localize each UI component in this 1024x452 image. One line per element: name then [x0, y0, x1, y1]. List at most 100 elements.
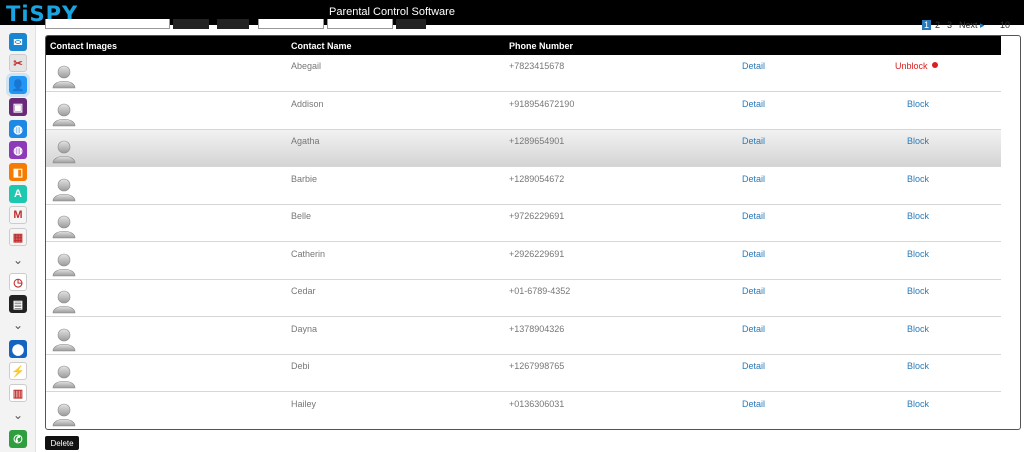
detail-link[interactable]: Detail: [742, 99, 765, 109]
detail-link[interactable]: Detail: [742, 174, 765, 184]
block-link[interactable]: Block: [907, 211, 929, 221]
text-icon[interactable]: A: [9, 185, 27, 203]
contact-avatar-icon: [52, 251, 76, 277]
table-header: Contact Images Contact Name Phone Number: [46, 36, 1001, 55]
phone-number: +9726229691: [509, 211, 565, 221]
mail-icon[interactable]: ✉: [9, 33, 27, 51]
gallery-icon[interactable]: ▣: [9, 98, 27, 116]
phone-number: +1289654901: [509, 136, 565, 146]
app-title: Parental Control Software: [329, 6, 455, 18]
filter-button[interactable]: [173, 19, 209, 29]
table-row[interactable]: Barbie +1289054672 Detail Block: [46, 168, 1001, 205]
page-2[interactable]: 2: [935, 20, 940, 30]
contact-name: Abegail: [291, 61, 322, 71]
contact-name: Dayna: [291, 323, 318, 334]
block-link[interactable]: Block: [907, 136, 929, 146]
expand-chevron-icon[interactable]: ⌄: [10, 317, 26, 333]
contact-avatar-icon: [52, 401, 76, 427]
search-field[interactable]: [45, 19, 170, 29]
detail-link[interactable]: Detail: [742, 211, 765, 221]
contact-avatar-icon: [52, 213, 76, 239]
page-1[interactable]: 1: [922, 20, 932, 30]
contact-name: Cedar: [291, 286, 316, 296]
block-link[interactable]: Block: [907, 99, 929, 109]
header-contact-images: Contact Images: [50, 41, 118, 51]
date-to-field[interactable]: [327, 19, 393, 29]
phone-number: +1289054672: [509, 173, 565, 184]
header-contact-name: Contact Name: [291, 41, 352, 51]
block-link[interactable]: Block: [907, 361, 929, 371]
detail-link[interactable]: Detail: [742, 249, 765, 259]
globe-icon[interactable]: ◍: [9, 141, 27, 159]
contact-name: Addison: [291, 98, 324, 109]
next-link[interactable]: Next: [959, 20, 978, 30]
clock-icon[interactable]: ◷: [9, 273, 27, 291]
location-icon[interactable]: ⬤: [9, 340, 27, 358]
detail-link[interactable]: Detail: [742, 286, 765, 296]
table-row[interactable]: Hailey +0136306031 Detail Block: [46, 393, 1001, 429]
contact-name: Agatha: [291, 136, 320, 146]
contact-name: Barbie: [291, 173, 318, 184]
contact-name: Debi: [291, 361, 310, 371]
block-link[interactable]: Block: [907, 399, 929, 409]
apps-icon[interactable]: ◧: [9, 163, 27, 181]
fence-icon[interactable]: ▥: [9, 384, 27, 402]
block-link[interactable]: Block: [907, 174, 929, 184]
contact-avatar-icon: [52, 363, 76, 389]
per-page-select[interactable]: 10: [1000, 20, 1010, 30]
contact-avatar-icon: [52, 176, 76, 202]
phone-number: +2926229691: [509, 248, 565, 259]
pictures-icon[interactable]: ✂: [9, 54, 27, 72]
phone-number: +7823415678: [509, 61, 565, 71]
block-link[interactable]: Block: [907, 324, 929, 334]
expand-chevron-icon[interactable]: ⌄: [10, 252, 26, 268]
delete-button[interactable]: Delete: [45, 436, 79, 450]
contact-avatar-icon: [52, 138, 76, 164]
header-phone-number: Phone Number: [509, 41, 574, 51]
block-link[interactable]: Block: [907, 249, 929, 259]
detail-link[interactable]: Detail: [742, 399, 765, 409]
phone-number: +1267998765: [509, 361, 565, 371]
search-button[interactable]: [396, 19, 426, 29]
filter-button-2[interactable]: [217, 19, 249, 29]
expand-chevron-icon[interactable]: ⌄: [10, 407, 26, 423]
table-row[interactable]: Catherin +2926229691 Detail Block: [46, 243, 1001, 280]
sidebar: ✉ ✂ 👤 ▣ ◍ ◍ ◧ A M ▦ ◷ ▤ ⬤ ⚡ ▥ ✆ ⌄ ⌄ ⌄: [0, 25, 36, 452]
contact-name: Catherin: [291, 248, 326, 259]
notes-icon[interactable]: ▤: [9, 295, 27, 313]
detail-link[interactable]: Detail: [742, 61, 765, 71]
contact-avatar-icon: [52, 326, 76, 352]
contact-avatar-icon: [52, 101, 76, 127]
phone-number: +0136306031: [509, 398, 565, 409]
contact-avatar-icon: [52, 63, 76, 89]
contacts-table: Contact Images Contact Name Phone Number…: [45, 35, 1021, 430]
block-link[interactable]: Block: [907, 286, 929, 296]
detail-link[interactable]: Detail: [742, 361, 765, 371]
keylogger-icon[interactable]: ⚡: [9, 362, 27, 380]
date-from-field[interactable]: [258, 19, 324, 29]
whatsapp-icon[interactable]: ✆: [9, 430, 27, 448]
contact-avatar-icon: [52, 288, 76, 314]
browser-icon[interactable]: ◍: [9, 120, 27, 138]
contact-name: Hailey: [291, 398, 317, 409]
table-row[interactable]: Debi +1267998765 Detail Block: [46, 355, 1001, 392]
unblock-link[interactable]: Unblock: [895, 61, 928, 71]
contact-name: Belle: [291, 211, 312, 221]
page-3[interactable]: 3: [947, 20, 952, 30]
table-row[interactable]: Dayna +1378904326 Detail Block: [46, 318, 1001, 355]
contacts-icon[interactable]: 👤: [6, 73, 30, 97]
detail-link[interactable]: Detail: [742, 136, 765, 146]
phone-number: +01-6789-4352: [509, 286, 571, 296]
blocked-indicator-icon: [932, 62, 938, 68]
next-arrow-icon[interactable]: ▸: [980, 20, 985, 31]
phone-number: +1378904326: [509, 323, 565, 334]
table-row[interactable]: Addison +918954672190 Detail Block: [46, 93, 1001, 130]
phone-number: +918954672190: [509, 98, 575, 109]
detail-link[interactable]: Detail: [742, 324, 765, 334]
calendar-icon[interactable]: ▦: [9, 228, 27, 246]
table-row[interactable]: Abegail +7823415678 Detail Unblock: [46, 55, 1001, 92]
table-row[interactable]: Cedar +01-6789-4352 Detail Block: [46, 280, 1001, 317]
table-row[interactable]: Agatha +1289654901 Detail Block: [46, 130, 1001, 167]
gmail-icon[interactable]: M: [9, 206, 27, 224]
table-row[interactable]: Belle +9726229691 Detail Block: [46, 205, 1001, 242]
